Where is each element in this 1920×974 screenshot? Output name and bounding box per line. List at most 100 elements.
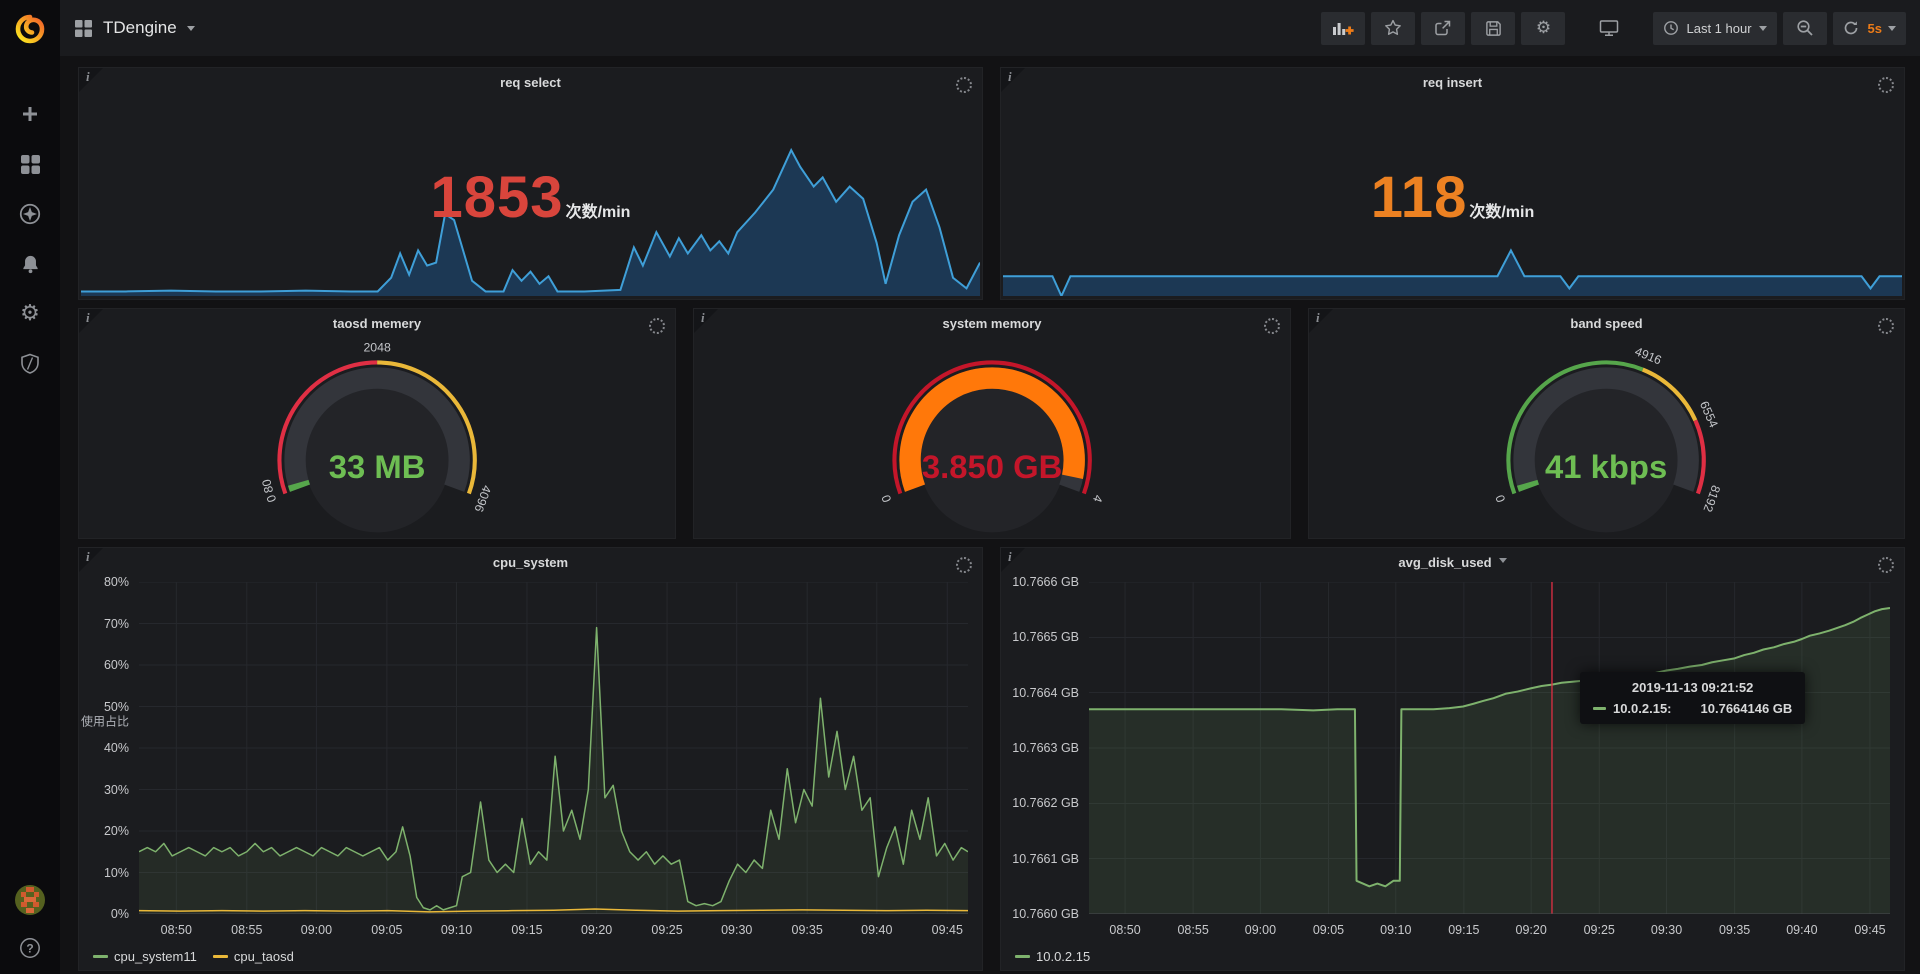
panel-title-text: avg_disk_used — [1398, 555, 1491, 570]
panel-title[interactable]: cpu_system — [119, 550, 942, 576]
dashboard-title-button[interactable]: TDengine — [74, 18, 195, 38]
legend-series-color — [93, 955, 108, 958]
x-tick-label: 09:30 — [721, 923, 752, 937]
help-icon: ? — [19, 937, 41, 959]
panel-title[interactable]: band speed — [1349, 311, 1864, 337]
panel-band-speed: i band speed 049166554819241 kbps — [1308, 308, 1905, 539]
tooltip-series-value: 10.7664146 GB — [1701, 701, 1793, 716]
x-tick-label: 09:45 — [1854, 923, 1885, 937]
gauge: 049166554819241 kbps — [1309, 337, 1904, 534]
grafana-logo[interactable] — [0, 0, 60, 56]
x-axis: 08:5008:5509:0009:0509:1009:1509:2009:25… — [139, 920, 968, 938]
plus-icon — [20, 104, 40, 124]
y-axis-label: 使用占比 — [81, 713, 129, 730]
x-tick-label: 09:00 — [301, 923, 332, 937]
y-tick-label: 10% — [104, 866, 129, 880]
x-tick-label: 09:35 — [792, 923, 823, 937]
x-tick-label: 09:40 — [1786, 923, 1817, 937]
panel-info-corner[interactable] — [694, 309, 718, 333]
cycle-view-button[interactable] — [1587, 12, 1631, 45]
svg-text:6554: 6554 — [1697, 399, 1721, 430]
chart-plot-area[interactable] — [139, 582, 968, 914]
panel-system-memory: i system memory 043.850 GB — [693, 308, 1291, 539]
panel-title[interactable]: req insert — [1041, 70, 1864, 96]
settings-button[interactable]: ⚙ — [1521, 12, 1565, 45]
legend-series-label: cpu_system11 — [114, 949, 197, 964]
zoom-out-icon — [1796, 19, 1814, 37]
legend-series-color — [213, 955, 228, 958]
loading-spinner-icon — [1264, 318, 1280, 334]
panel-title[interactable]: taosd memery — [119, 311, 635, 337]
y-tick-label: 10.7660 GB — [1012, 907, 1079, 921]
tooltip-series-name: 10.0.2.15: — [1613, 701, 1672, 716]
legend-item[interactable]: cpu_system11 — [93, 949, 197, 964]
user-avatar[interactable] — [14, 884, 46, 916]
sidebar-item-alerting[interactable] — [18, 252, 42, 276]
sidebar-item-dashboards[interactable] — [18, 152, 42, 176]
svg-text:2048: 2048 — [363, 341, 391, 355]
time-picker-button[interactable]: Last 1 hour — [1653, 12, 1776, 45]
legend-item[interactable]: cpu_taosd — [213, 949, 294, 964]
gauge: 043.850 GB — [694, 337, 1290, 534]
panel-title[interactable]: system memory — [734, 311, 1250, 337]
y-tick-label: 50% — [104, 700, 129, 714]
tooltip-series-color — [1593, 707, 1606, 710]
y-tick-label: 10.7664 GB — [1012, 686, 1079, 700]
y-tick-label: 10.7665 GB — [1012, 630, 1079, 644]
panel-avg-disk-used: i avg_disk_used 10.7666 GB10.7665 GB10.7… — [1000, 547, 1905, 971]
svg-text:0: 0 — [879, 493, 895, 504]
y-tick-label: 80% — [104, 575, 129, 589]
loading-spinner-icon — [956, 77, 972, 93]
panel-title[interactable]: avg_disk_used — [1041, 550, 1864, 576]
x-tick-label: 09:25 — [651, 923, 682, 937]
x-tick-label: 09:15 — [511, 923, 542, 937]
svg-text:80: 80 — [259, 478, 276, 495]
save-icon — [1485, 20, 1502, 37]
x-tick-label: 09:15 — [1448, 923, 1479, 937]
save-button[interactable] — [1471, 12, 1515, 45]
panel-info-corner[interactable] — [1001, 548, 1025, 572]
x-tick-label: 09:35 — [1719, 923, 1750, 937]
gauge: 0802048409633 MB — [79, 337, 675, 534]
star-button[interactable] — [1371, 12, 1415, 45]
chart-plot-area[interactable]: 2019-11-13 09:21:52 10.0.2.15: 10.766414… — [1089, 582, 1890, 914]
panel-info-corner[interactable] — [1001, 68, 1025, 92]
panel-info-corner[interactable] — [79, 68, 103, 92]
svg-text:8192: 8192 — [1701, 483, 1724, 514]
x-tick-label: 09:40 — [861, 923, 892, 937]
panel-info-corner[interactable] — [79, 309, 103, 333]
x-tick-label: 09:05 — [371, 923, 402, 937]
panel-info-corner[interactable] — [1309, 309, 1333, 333]
x-tick-label: 09:45 — [932, 923, 963, 937]
y-axis: 10.7666 GB10.7665 GB10.7664 GB10.7663 GB… — [1001, 582, 1085, 914]
sidebar-item-configuration[interactable]: ⚙ — [18, 302, 42, 326]
sidebar-item-create[interactable] — [18, 102, 42, 126]
sidebar-menu: ⚙ — [0, 56, 60, 376]
x-tick-label: 09:10 — [441, 923, 472, 937]
x-tick-label: 09:25 — [1584, 923, 1615, 937]
help-button[interactable]: ? — [18, 936, 42, 960]
navbar: TDengine — [60, 0, 1920, 56]
legend-series-label: cpu_taosd — [234, 949, 294, 964]
y-tick-label: 10.7661 GB — [1012, 852, 1079, 866]
refresh-interval-label: 5s — [1868, 21, 1882, 36]
panel-req-insert: i req insert 118次数/min — [1000, 67, 1905, 300]
legend-item[interactable]: 10.0.2.15 — [1015, 949, 1090, 964]
zoom-out-button[interactable] — [1783, 12, 1827, 45]
navbar-actions: ⚙ Last 1 hour — [1315, 12, 1906, 45]
panel-info-corner[interactable] — [79, 548, 103, 572]
add-panel-button[interactable] — [1321, 12, 1365, 45]
x-tick-label: 09:05 — [1313, 923, 1344, 937]
panel-title[interactable]: req select — [119, 70, 942, 96]
share-icon — [1434, 19, 1452, 37]
x-tick-label: 08:50 — [1109, 923, 1140, 937]
sidebar-item-explore[interactable] — [18, 202, 42, 226]
sidebar: ⚙ — [0, 0, 60, 974]
sidebar-item-server-admin[interactable] — [18, 352, 42, 376]
refresh-button-group[interactable]: 5s — [1833, 12, 1906, 45]
share-button[interactable] — [1421, 12, 1465, 45]
legend-series-color — [1015, 955, 1030, 958]
x-tick-label: 09:20 — [1516, 923, 1547, 937]
grafana-dashboard: ⚙ — [0, 0, 1920, 974]
panel-taosd-memory: i taosd memery 0802048409633 MB — [78, 308, 676, 539]
